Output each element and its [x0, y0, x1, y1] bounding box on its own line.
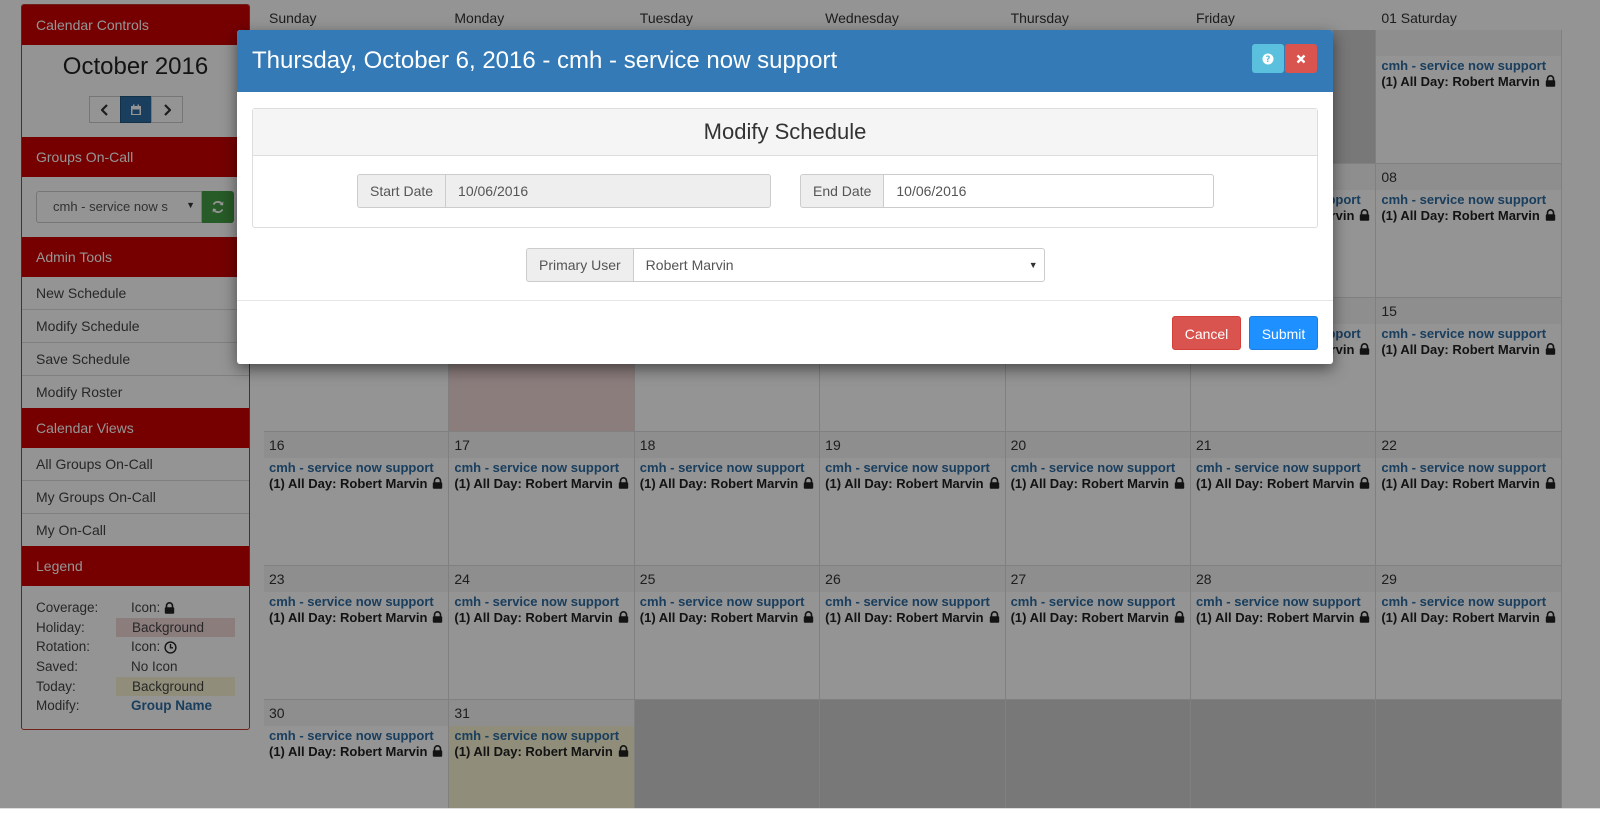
start-date-label: Start Date	[357, 174, 446, 208]
svg-text:?: ?	[1266, 55, 1271, 65]
primary-user-label: Primary User	[526, 248, 633, 282]
primary-user-value: Robert Marvin	[645, 257, 734, 273]
panel-title: Modify Schedule	[253, 109, 1317, 156]
start-date-field[interactable]: 10/06/2016	[445, 174, 772, 208]
modify-schedule-modal: Thursday, October 6, 2016 - cmh - servic…	[237, 30, 1333, 364]
close-icon	[1296, 54, 1306, 63]
end-date-group: End Date 10/06/2016	[800, 174, 1215, 208]
cancel-button[interactable]: Cancel	[1172, 316, 1241, 350]
page: Calendar Controls October 2016 Groups On…	[0, 0, 1600, 836]
question-circle-icon: ?	[1262, 53, 1274, 65]
help-button[interactable]: ?	[1252, 44, 1284, 73]
close-button[interactable]	[1285, 44, 1317, 73]
schedule-panel: Modify Schedule	[252, 108, 1318, 228]
end-date-field[interactable]: 10/06/2016	[883, 174, 1215, 208]
primary-user-group: Primary User Robert Marvin ▼	[526, 248, 1045, 282]
start-date-group: Start Date 10/06/2016	[357, 174, 772, 208]
end-date-label: End Date	[800, 174, 884, 208]
submit-button[interactable]: Submit	[1249, 316, 1318, 350]
modal-title: Thursday, October 6, 2016 - cmh - servic…	[252, 47, 838, 74]
modal-footer: Cancel Submit	[237, 300, 1333, 365]
caret-down-icon: ▼	[1028, 260, 1038, 270]
primary-user-select[interactable]: Robert Marvin ▼	[632, 248, 1045, 282]
bottom-bar	[0, 808, 1600, 836]
modal-header: Thursday, October 6, 2016 - cmh - servic…	[237, 30, 1333, 92]
